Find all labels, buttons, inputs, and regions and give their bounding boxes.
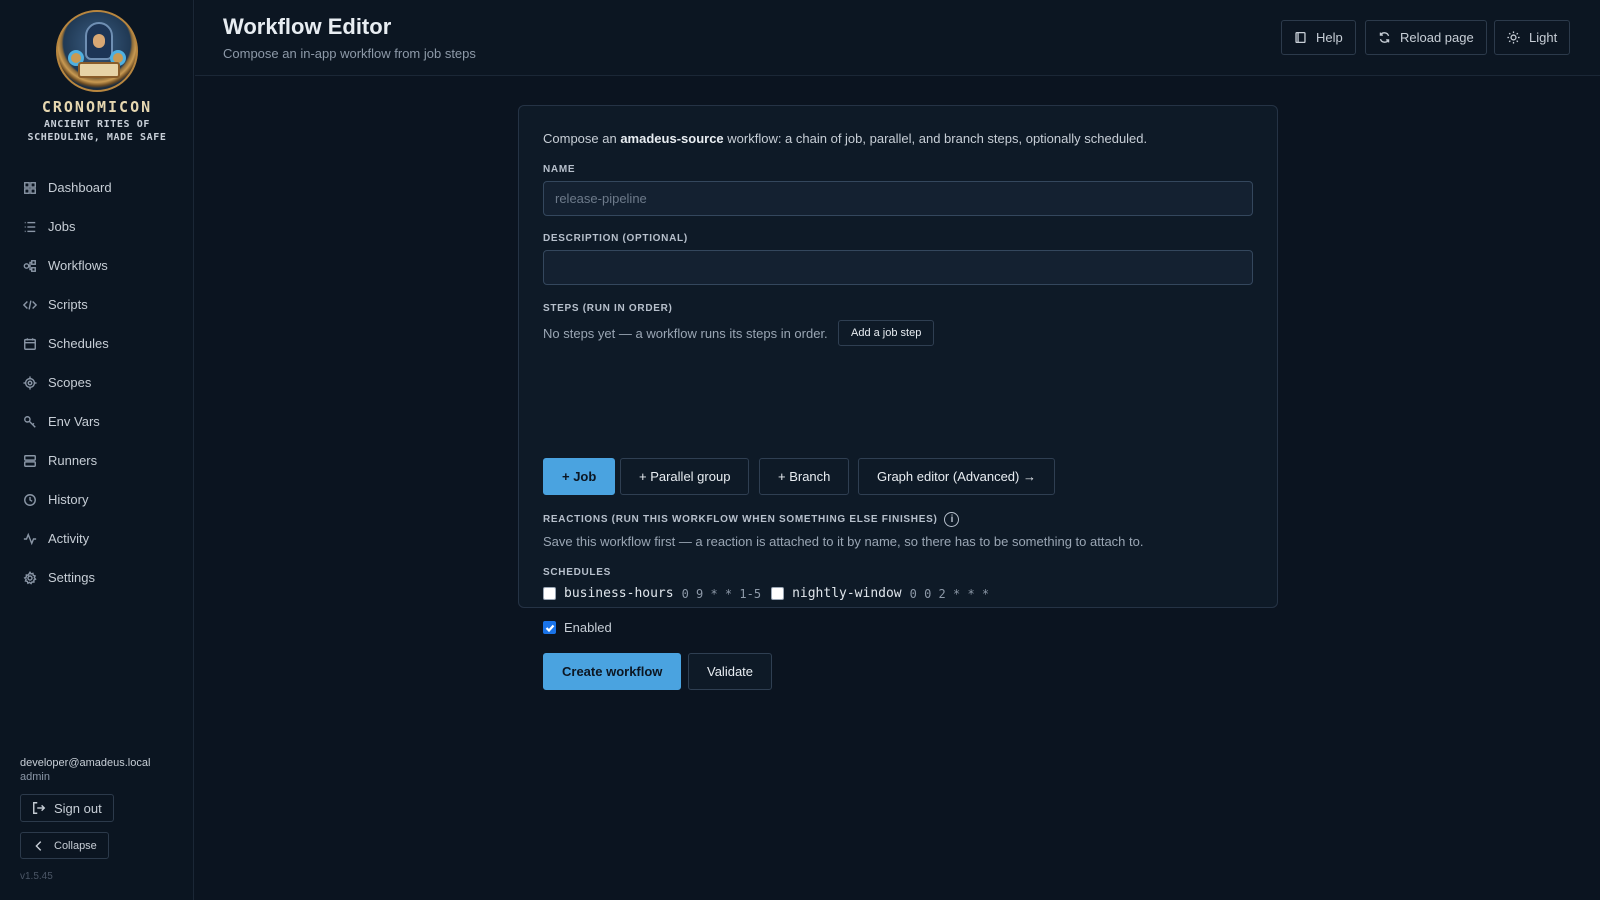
description-label: DESCRIPTION (OPTIONAL) [543, 233, 688, 244]
server-icon [22, 453, 38, 469]
schedule-checkbox-business-hours[interactable] [543, 587, 556, 600]
cronomicon-logo [56, 10, 138, 92]
add-job-button[interactable]: + Job [543, 458, 616, 495]
theme-toggle-button[interactable]: Light [1494, 20, 1571, 55]
refresh-icon [1379, 32, 1390, 43]
brand-tagline: ANCIENT RITES OF SCHEDULING, MADE SAFE [0, 118, 194, 144]
sidebar-item-workflows[interactable]: Workflows [0, 246, 194, 285]
reactions-label-text: REACTIONS (RUN THIS WORKFLOW WHEN SOMETH… [543, 514, 938, 525]
help-label: Help [1316, 30, 1343, 45]
page-header: Workflow Editor Compose an in-app workfl… [195, 0, 1600, 76]
create-workflow-button[interactable]: Create workflow [543, 653, 682, 690]
schedule-name: nightly-window [792, 586, 902, 601]
add-job-step-button[interactable]: Add a job step [838, 320, 935, 346]
graph-editor-button[interactable]: Graph editor (Advanced) → [858, 458, 1055, 495]
list-icon [22, 219, 38, 235]
add-parallel-group-button[interactable]: + Parallel group [620, 458, 750, 495]
book-icon [1295, 31, 1306, 44]
validate-button[interactable]: Validate [688, 653, 773, 690]
activity-icon [22, 531, 38, 547]
sidebar-item-label: Settings [48, 570, 95, 585]
help-button[interactable]: Help [1281, 20, 1356, 55]
enabled-label: Enabled [564, 620, 612, 635]
sidebar-item-label: Activity [48, 531, 90, 546]
brand-block: CRONOMICON ANCIENT RITES OF SCHEDULING, … [0, 10, 194, 144]
schedules-label: SCHEDULES [543, 567, 611, 578]
name-input[interactable] [543, 181, 1253, 216]
sidebar-nav: Dashboard Jobs Workflows Scripts Schedul… [0, 168, 194, 597]
sidebar-item-label: Workflows [48, 258, 108, 273]
sidebar-item-schedules[interactable]: Schedules [0, 324, 194, 363]
sign-out-button[interactable]: Sign out [20, 794, 114, 822]
enabled-checkbox[interactable] [543, 621, 556, 634]
workflow-form-card: Compose an amadeus-source workflow: a ch… [518, 105, 1278, 690]
app-version: v1.5.45 [20, 871, 53, 882]
calendar-icon [22, 336, 38, 352]
reactions-label: REACTIONS (RUN THIS WORKFLOW WHEN SOMETH… [543, 512, 960, 527]
key-icon [22, 414, 38, 430]
sidebar-item-jobs[interactable]: Jobs [0, 207, 194, 246]
sidebar-item-label: Scripts [48, 297, 88, 312]
target-icon [22, 375, 38, 391]
info-icon[interactable]: i [944, 512, 960, 527]
intro-source: amadeus-source [620, 131, 724, 146]
schedule-cron: 0 0 2 * * * [909, 586, 990, 601]
steps-label: STEPS (RUN IN ORDER) [543, 303, 673, 314]
workflow-icon [22, 258, 38, 274]
theme-label: Light [1529, 30, 1558, 45]
gear-icon [22, 570, 38, 586]
sidebar-item-label: Dashboard [48, 180, 112, 195]
name-label: NAME [543, 164, 576, 175]
add-branch-button[interactable]: + Branch [759, 458, 850, 495]
user-info: developer@amadeus.local admin [20, 756, 150, 784]
sidebar-item-label: Scopes [48, 375, 92, 390]
sidebar-item-settings[interactable]: Settings [0, 558, 194, 597]
sun-icon [1507, 31, 1520, 44]
clock-icon [22, 492, 38, 508]
tagline-line-2: SCHEDULING, MADE SAFE [27, 132, 167, 143]
schedules-list: business-hours 0 9 * * 1-5 nightly-windo… [543, 586, 999, 601]
grid-icon [22, 180, 38, 196]
intro-prefix: Compose an [543, 131, 621, 146]
reload-label: Reload page [1400, 30, 1474, 45]
schedule-cron: 0 9 * * 1-5 [681, 586, 762, 601]
brand-name: CRONOMICON [41, 98, 153, 116]
reactions-text: Save this workflow first — a reaction is… [543, 534, 1144, 549]
sidebar-item-history[interactable]: History [0, 480, 194, 519]
chevron-left-icon [35, 840, 42, 851]
sidebar: CRONOMICON ANCIENT RITES OF SCHEDULING, … [0, 0, 194, 900]
form-intro: Compose an amadeus-source workflow: a ch… [543, 131, 1147, 146]
user-role: admin [20, 771, 50, 783]
sidebar-item-scripts[interactable]: Scripts [0, 285, 194, 324]
user-email: developer@amadeus.local [20, 757, 151, 769]
sidebar-item-activity[interactable]: Activity [0, 519, 194, 558]
collapse-label: Collapse [54, 839, 97, 852]
sidebar-item-label: Runners [48, 453, 98, 468]
intro-suffix: workflow: a chain of job, parallel, and … [723, 131, 1148, 146]
sidebar-item-label: Schedules [48, 336, 109, 351]
schedule-name: business-hours [564, 586, 674, 601]
enabled-toggle: Enabled [543, 620, 612, 635]
steps-empty-text: No steps yet — a workflow runs its steps… [543, 326, 828, 341]
page-title: Workflow Editor [223, 14, 392, 39]
sidebar-item-runners[interactable]: Runners [0, 441, 194, 480]
description-input[interactable] [543, 250, 1253, 285]
sidebar-item-env-vars[interactable]: Env Vars [0, 402, 194, 441]
sidebar-item-scopes[interactable]: Scopes [0, 363, 194, 402]
code-icon [22, 297, 38, 313]
schedule-checkbox-nightly-window[interactable] [771, 587, 785, 600]
sign-out-icon [33, 802, 46, 814]
sidebar-item-label: Env Vars [48, 414, 100, 429]
page-subtitle: Compose an in-app workflow from job step… [223, 46, 476, 61]
checkmark-icon [545, 624, 554, 632]
sidebar-item-label: History [48, 492, 89, 507]
collapse-sidebar-button[interactable]: Collapse [20, 832, 109, 859]
tagline-line-1: ANCIENT RITES OF [44, 119, 150, 130]
sidebar-item-dashboard[interactable]: Dashboard [0, 168, 194, 207]
reload-page-button[interactable]: Reload page [1365, 20, 1487, 55]
sign-out-label: Sign out [54, 800, 102, 816]
sidebar-item-label: Jobs [48, 219, 76, 234]
